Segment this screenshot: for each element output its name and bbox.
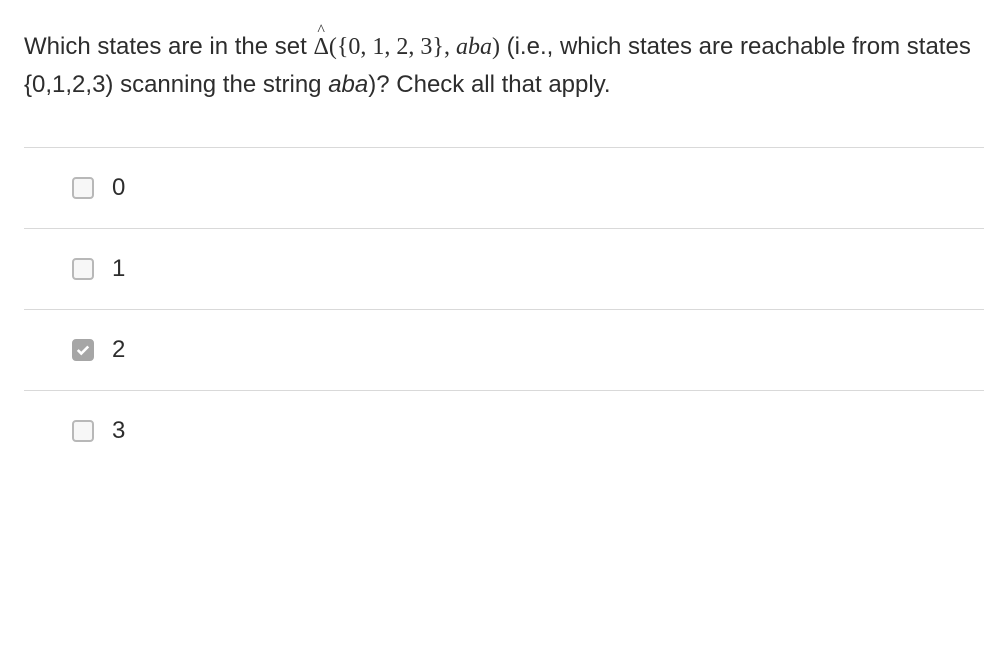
question-text: Which states are in the set ^ Δ ({0, 1, … — [24, 28, 984, 105]
check-icon — [76, 343, 90, 357]
math-args-close: ) — [492, 34, 500, 60]
option-label: 1 — [112, 255, 125, 283]
option-label: 3 — [112, 417, 125, 445]
delta-hat-symbol: ^ Δ — [313, 28, 328, 66]
option-label: 2 — [112, 336, 125, 364]
string-ref: aba — [328, 71, 368, 98]
option-row[interactable]: 1 — [24, 229, 984, 310]
math-string-arg: aba — [456, 34, 492, 60]
checkbox-option-0[interactable] — [72, 177, 94, 199]
checkbox-option-3[interactable] — [72, 420, 94, 442]
math-args-open: ({0, 1, 2, 3}, — [329, 34, 456, 60]
checkbox-option-2[interactable] — [72, 339, 94, 361]
option-row[interactable]: 2 — [24, 310, 984, 391]
question-suffix: )? Check all that apply. — [368, 71, 610, 98]
option-row[interactable]: 3 — [24, 391, 984, 471]
options-list: 0 1 2 3 — [24, 147, 984, 471]
question-prefix: Which states are in the set — [24, 33, 313, 60]
checkbox-option-1[interactable] — [72, 258, 94, 280]
option-label: 0 — [112, 174, 125, 202]
option-row[interactable]: 0 — [24, 148, 984, 229]
